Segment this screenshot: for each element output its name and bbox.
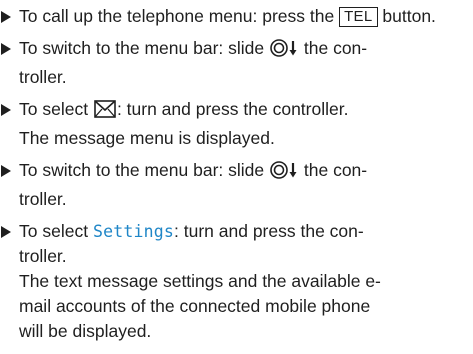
step-4-text: To switch to the menu bar: slide bbox=[19, 160, 265, 180]
step-5-text: To select bbox=[19, 221, 89, 241]
step-5-text-end: : turn and press the con- bbox=[174, 221, 364, 241]
step-4-text-end: the con- bbox=[303, 160, 368, 180]
settings-menu-label: Settings bbox=[92, 222, 175, 241]
instruction-step-1: To call up the telephone menu: press the… bbox=[1, 4, 459, 29]
bullet-arrow-icon bbox=[1, 11, 11, 23]
step-3-line2: The message menu is displayed. bbox=[19, 128, 275, 148]
step-5-line5: will be displayed. bbox=[19, 321, 152, 341]
step-5-line3: The text message settings and the availa… bbox=[19, 271, 381, 291]
instruction-step-2: To switch to the menu bar: slide the con… bbox=[1, 36, 459, 90]
step-1-text-end: button. bbox=[382, 6, 436, 26]
controller-slide-down-icon bbox=[269, 160, 299, 187]
instruction-step-4: To switch to the menu bar: slide the con… bbox=[1, 158, 459, 212]
step-5-line4: mail accounts of the connected mobile ph… bbox=[19, 296, 371, 316]
bullet-arrow-icon bbox=[1, 165, 11, 177]
instruction-step-5: To select Settings: turn and press the c… bbox=[1, 219, 459, 344]
step-2-line2: troller. bbox=[19, 67, 67, 87]
step-1-text: To call up the telephone menu: press the bbox=[19, 6, 335, 26]
step-3-text-end: : turn and press the controller. bbox=[116, 99, 349, 119]
step-2-text: To switch to the menu bar: slide bbox=[19, 38, 265, 58]
instructions-page: To call up the telephone menu: press the… bbox=[0, 0, 473, 354]
envelope-icon bbox=[93, 99, 117, 126]
bullet-arrow-icon bbox=[1, 43, 11, 55]
instruction-step-3: To select : turn and press the controlle… bbox=[1, 97, 459, 151]
controller-slide-down-icon bbox=[269, 38, 299, 65]
step-5-line2: troller. bbox=[19, 246, 67, 266]
step-3-text: To select bbox=[19, 99, 89, 119]
tel-key: TEL bbox=[339, 7, 378, 27]
step-2-text-end: the con- bbox=[303, 38, 368, 58]
step-4-line2: troller. bbox=[19, 189, 67, 209]
bullet-arrow-icon bbox=[1, 226, 11, 238]
bullet-arrow-icon bbox=[1, 104, 11, 116]
